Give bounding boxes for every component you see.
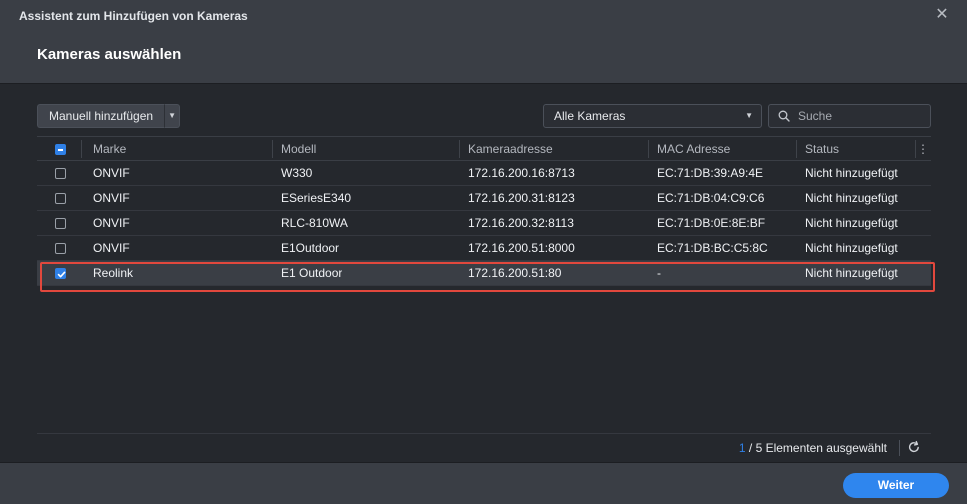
column-header-modell[interactable]: Modell [281, 137, 316, 161]
search-input[interactable] [798, 107, 926, 125]
column-separator [915, 140, 916, 158]
camera-filter-value: Alle Kameras [554, 109, 626, 123]
manual-add-button[interactable]: Manuell hinzufügen [37, 104, 165, 128]
next-button[interactable]: Weiter [843, 473, 949, 498]
cell-marke: ONVIF [93, 216, 130, 230]
column-header-status[interactable]: Status [805, 137, 839, 161]
cell-status: Nicht hinzugefügt [805, 266, 898, 280]
manual-add-dropdown-icon[interactable]: ▼ [164, 104, 181, 128]
cell-modell: E1 Outdoor [281, 266, 343, 280]
cell-mac: EC:71:DB:0E:8E:BF [657, 216, 766, 230]
column-separator [459, 140, 460, 158]
table-header: Marke Modell Kameraadresse MAC Adresse S… [37, 136, 931, 161]
row-checkbox[interactable] [55, 218, 66, 229]
refresh-icon[interactable] [907, 440, 921, 454]
cell-status: Nicht hinzugefügt [805, 241, 898, 255]
cell-modell: RLC-810WA [281, 216, 348, 230]
cell-marke: ONVIF [93, 241, 130, 255]
content-area: Manuell hinzufügen ▼ Alle Kameras ▼ Mark… [0, 84, 967, 462]
selection-suffix: / 5 Elementen ausgewählt [748, 441, 887, 455]
cell-kameraadresse: 172.16.200.51:8000 [468, 241, 575, 255]
window-title: Assistent zum Hinzufügen von Kameras [19, 9, 248, 23]
column-header-marke[interactable]: Marke [93, 137, 126, 161]
table-row-selected[interactable]: Reolink E1 Outdoor 172.16.200.51:80 - Ni… [37, 261, 931, 286]
table-row[interactable]: ONVIF ESeriesE340 172.16.200.31:8123 EC:… [37, 186, 931, 211]
search-box[interactable] [768, 104, 931, 128]
cell-modell: ESeriesE340 [281, 191, 352, 205]
cell-mac: EC:71:DB:BC:C5:8C [657, 241, 768, 255]
cell-kameraadresse: 172.16.200.31:8123 [468, 191, 575, 205]
cell-kameraadresse: 172.16.200.51:80 [468, 266, 562, 280]
cell-marke: ONVIF [93, 166, 130, 180]
cell-mac: EC:71:DB:39:A9:4E [657, 166, 764, 180]
cell-marke: Reolink [93, 266, 134, 280]
column-header-mac[interactable]: MAC Adresse [657, 137, 730, 161]
page-title: Kameras auswählen [37, 46, 182, 63]
column-header-kameraadresse[interactable]: Kameraadresse [468, 137, 553, 161]
cell-marke: ONVIF [93, 191, 130, 205]
column-separator [81, 140, 82, 158]
row-checkbox[interactable] [55, 168, 66, 179]
camera-filter-select[interactable]: Alle Kameras ▼ [543, 104, 762, 128]
checkmark-icon [57, 271, 66, 278]
select-all-checkbox[interactable] [55, 144, 66, 155]
selected-number: 1 [738, 441, 746, 455]
row-checkbox[interactable] [55, 193, 66, 204]
row-checkbox-checked[interactable] [55, 268, 66, 279]
search-icon [778, 110, 790, 122]
dialog-header: Assistent zum Hinzufügen von Kameras ✕ K… [0, 0, 967, 84]
table-row[interactable]: ONVIF E1Outdoor 172.16.200.51:8000 EC:71… [37, 236, 931, 261]
cell-modell: W330 [281, 166, 313, 180]
cell-kameraadresse: 172.16.200.32:8113 [468, 216, 574, 230]
column-menu-icon[interactable]: ⋮ [917, 137, 929, 161]
manual-add-button-group: Manuell hinzufügen ▼ [37, 104, 181, 128]
cell-status: Nicht hinzugefügt [805, 191, 898, 205]
row-checkbox[interactable] [55, 243, 66, 254]
cell-status: Nicht hinzugefügt [805, 166, 898, 180]
column-separator [272, 140, 273, 158]
cell-mac: EC:71:DB:04:C9:C6 [657, 191, 765, 205]
column-separator [648, 140, 649, 158]
camera-table: Marke Modell Kameraadresse MAC Adresse S… [37, 136, 931, 286]
cell-kameraadresse: 172.16.200.16:8713 [468, 166, 575, 180]
close-icon[interactable]: ✕ [933, 5, 951, 25]
table-row[interactable]: ONVIF W330 172.16.200.16:8713 EC:71:DB:3… [37, 161, 931, 186]
divider [899, 440, 900, 456]
dialog-footer: Weiter [0, 462, 967, 504]
table-row[interactable]: ONVIF RLC-810WA 172.16.200.32:8113 EC:71… [37, 211, 931, 236]
chevron-down-icon: ▼ [745, 111, 753, 120]
cell-modell: E1Outdoor [281, 241, 340, 255]
column-separator [796, 140, 797, 158]
cell-status: Nicht hinzugefügt [805, 216, 898, 230]
selection-bar: 1 / 5 Elementen ausgewählt [37, 433, 931, 463]
selection-count: 1 / 5 Elementen ausgewählt [739, 441, 887, 455]
cell-mac: - [657, 266, 661, 280]
